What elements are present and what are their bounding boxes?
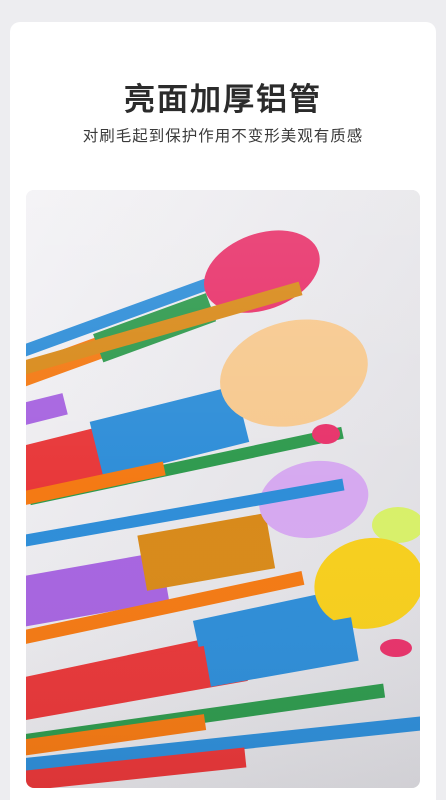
page-subtitle: 对刷毛起到保护作用不变形美观有质感	[82, 127, 364, 145]
product-photo	[26, 190, 420, 788]
page-title: 亮面加厚铝管	[124, 82, 322, 118]
gloss-overlay	[26, 190, 420, 788]
brush-set-illustration	[26, 190, 420, 788]
